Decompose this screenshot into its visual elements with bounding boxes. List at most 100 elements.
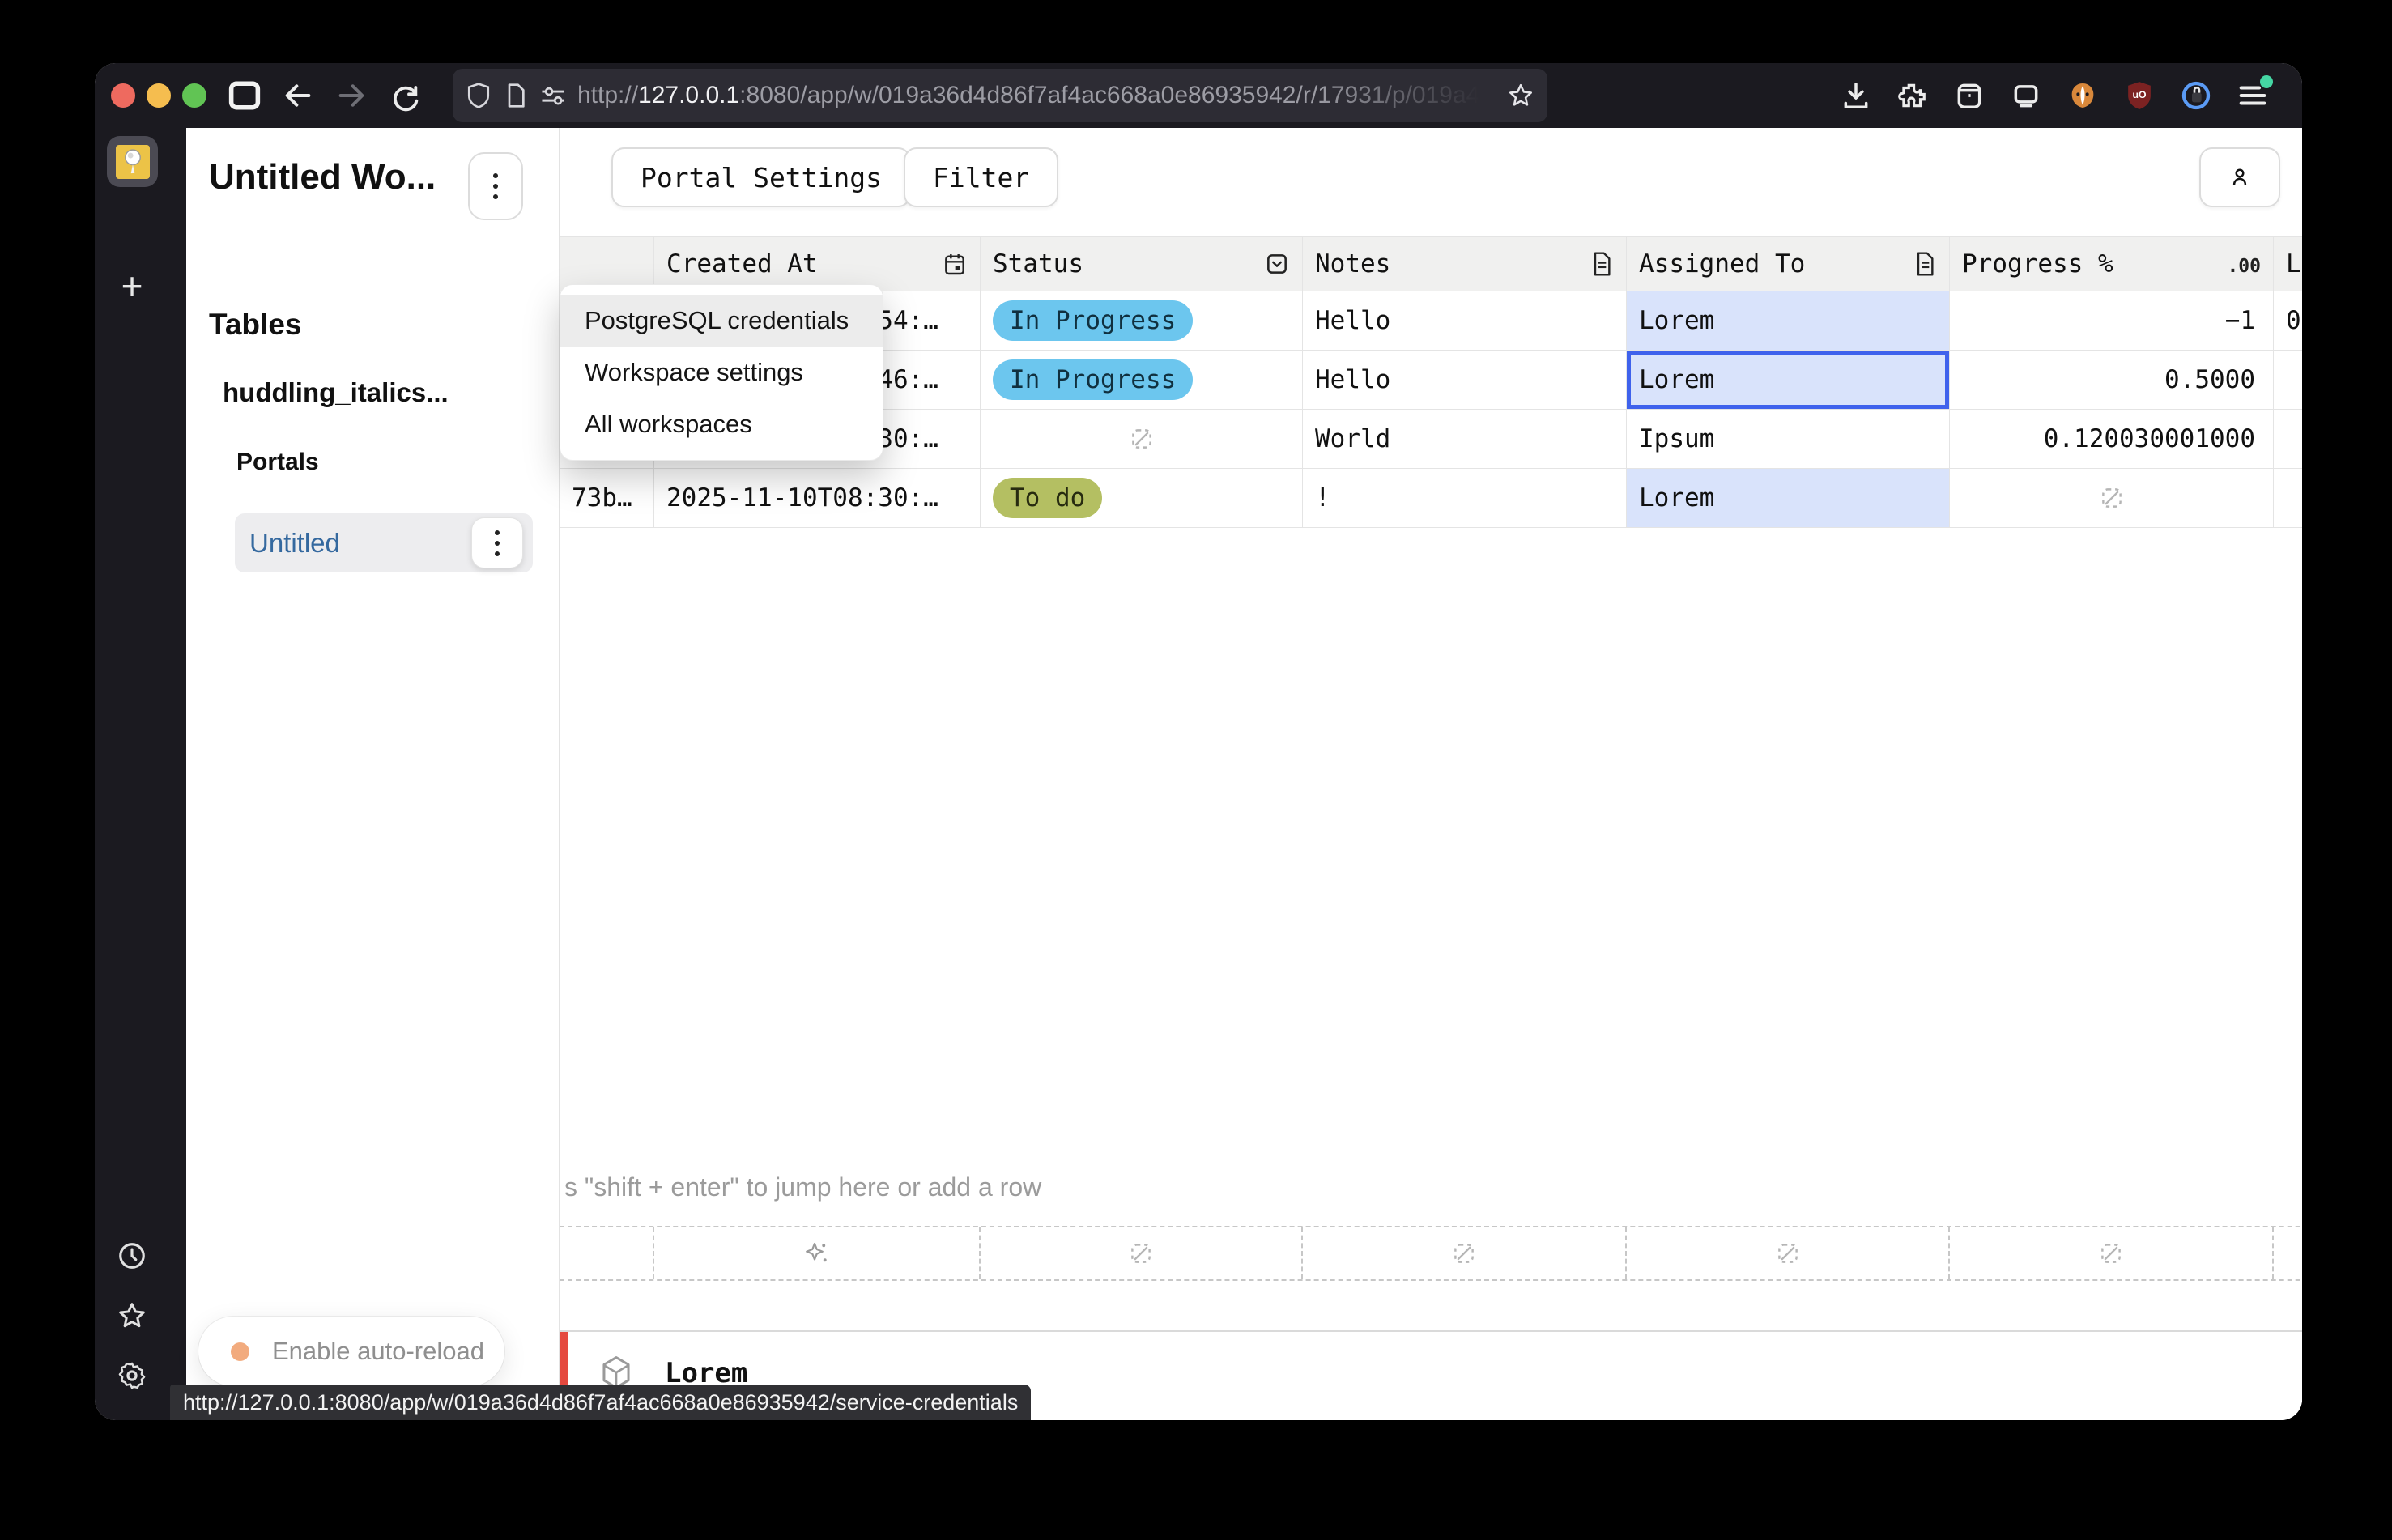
cell-notes[interactable]: ! [1303,469,1627,527]
cell-assigned[interactable]: Lorem [1627,351,1950,409]
portal-menu-button[interactable] [471,517,523,568]
page-info-icon[interactable] [504,83,527,108]
column-header-last[interactable]: L [2274,237,2302,291]
privacy-badger-icon[interactable] [2061,74,2105,117]
cell-assigned[interactable]: Lorem [1627,469,1950,527]
sidebar-item-table[interactable]: huddling_italics... [223,377,449,408]
menu-item-postgresql-credentials[interactable]: PostgreSQL credentials [560,295,883,347]
window-zoom-button[interactable] [182,83,206,108]
cell-last[interactable] [2274,410,2302,468]
link-status-url: http://127.0.0.1:8080/app/w/019a36d4d86f… [183,1390,1018,1415]
url-bar[interactable]: http://127.0.0.1:8080/app/w/019a36d4d86f… [453,69,1547,122]
favorites-star-icon[interactable] [117,1300,147,1331]
window-close-button[interactable] [111,83,135,108]
cell-status[interactable]: In Progress [981,351,1303,409]
cell-id[interactable]: 73b… [560,469,654,527]
cell-notes[interactable]: World [1303,410,1627,468]
cell-progress[interactable]: 0.5000 [1950,351,2274,409]
container-box-icon[interactable] [1947,74,1991,117]
cell-assigned[interactable]: Lorem [1627,291,1950,350]
column-header-created[interactable]: Created At [654,237,981,291]
portals-heading: Portals [236,449,319,476]
menu-item-all-workspaces[interactable]: All workspaces [560,398,883,450]
cell-status[interactable]: To do [981,469,1303,527]
new-tab-button[interactable]: + [95,264,169,308]
cell-progress[interactable]: 0.120030001000 [1950,410,2274,468]
cell-last[interactable]: 0 [2274,291,2302,350]
extensions-puzzle-icon[interactable] [1891,74,1934,117]
kebab-menu-icon [495,530,500,556]
status-dot-icon [231,1342,249,1361]
cell-created[interactable]: 2025-11-10T08:30:… [654,469,981,527]
app-sidebar: Untitled Wo... Tables huddling_italics..… [186,128,559,1420]
column-header-progress[interactable]: Progress %.00 [1950,237,2274,291]
status-pill: In Progress [993,300,1193,341]
sidebar-item-portal-untitled[interactable]: Untitled [235,513,533,572]
new-row-cell[interactable] [1627,1227,1950,1279]
cell-last[interactable] [2274,351,2302,409]
column-header-assigned[interactable]: Assigned To [1627,237,1950,291]
null-icon [1450,1240,1478,1267]
column-header-id[interactable] [560,237,654,291]
screen-share-icon[interactable] [2004,74,2048,117]
filter-button[interactable]: Filter [904,147,1058,207]
url-text[interactable]: http://127.0.0.1:8080/app/w/019a36d4d86f… [577,82,1507,109]
column-header-status[interactable]: Status [981,237,1303,291]
downloads-icon[interactable] [1834,74,1878,117]
null-icon [2097,1240,2125,1267]
workspace-dropdown-menu: PostgreSQL credentialsWorkspace settings… [560,284,883,461]
cell-status[interactable] [981,410,1303,468]
ublock-origin-icon[interactable]: uO [2117,74,2161,117]
back-button[interactable] [276,74,320,117]
null-icon [1774,1240,1802,1267]
sparkle-icon [802,1239,832,1268]
app-favicon-pin-icon [116,145,150,179]
sidebar-toggle-icon[interactable] [223,74,266,117]
workspace-title: Untitled Wo... [209,157,468,198]
shield-icon[interactable] [466,82,492,109]
history-clock-icon[interactable] [117,1240,147,1271]
pinned-tab[interactable] [107,136,158,187]
assigned-value: Ipsum [1639,424,1714,453]
column-header-label: Assigned To [1639,249,1913,279]
new-row-cell[interactable] [1303,1227,1627,1279]
null-icon [1128,425,1156,453]
column-header-label: L [2286,249,2302,279]
cell-last[interactable] [2274,469,2302,527]
new-row-cell[interactable] [560,1227,654,1279]
browser-vertical-rail: + [95,128,186,1420]
enable-auto-reload-button[interactable]: Enable auto-reload [198,1317,504,1386]
permissions-icon[interactable] [540,85,566,106]
column-header-notes[interactable]: Notes [1303,237,1627,291]
link-status-tooltip: http://127.0.0.1:8080/app/w/019a36d4d86f… [170,1385,1031,1420]
portal-item-label: Untitled [249,528,340,559]
bookmark-star-icon[interactable] [1507,82,1534,109]
cell-progress[interactable] [1950,469,2274,527]
cell-status[interactable]: In Progress [981,291,1303,350]
new-row-placeholder[interactable] [560,1226,2302,1281]
app-menu-icon[interactable] [2231,74,2275,117]
forward-button[interactable] [330,74,373,117]
new-row-cell[interactable] [654,1227,981,1279]
null-icon [2098,484,2126,512]
tables-heading: Tables [209,308,301,342]
workspace-menu-button[interactable] [468,152,523,220]
user-account-button[interactable] [2199,147,2280,207]
null-icon [1127,1240,1155,1267]
cell-notes[interactable]: Hello [1303,291,1627,350]
cell-assigned[interactable]: Ipsum [1627,410,1950,468]
reload-button[interactable] [383,74,427,117]
settings-gear-icon[interactable] [117,1360,147,1391]
new-row-cell[interactable] [981,1227,1303,1279]
portal-settings-button[interactable]: Portal Settings [611,147,911,207]
window-minimize-button[interactable] [147,83,171,108]
new-row-cell[interactable] [2274,1227,2302,1279]
cell-progress[interactable]: −1 [1950,291,2274,350]
browser-titlebar: http://127.0.0.1:8080/app/w/019a36d4d86f… [95,63,2302,128]
password-manager-icon[interactable] [2174,74,2218,117]
add-row-hint: s "shift + enter" to jump here or add a … [564,1172,1041,1202]
menu-item-workspace-settings[interactable]: Workspace settings [560,347,883,398]
new-row-cell[interactable] [1950,1227,2274,1279]
decimal-icon: .00 [2227,249,2261,279]
cell-notes[interactable]: Hello [1303,351,1627,409]
